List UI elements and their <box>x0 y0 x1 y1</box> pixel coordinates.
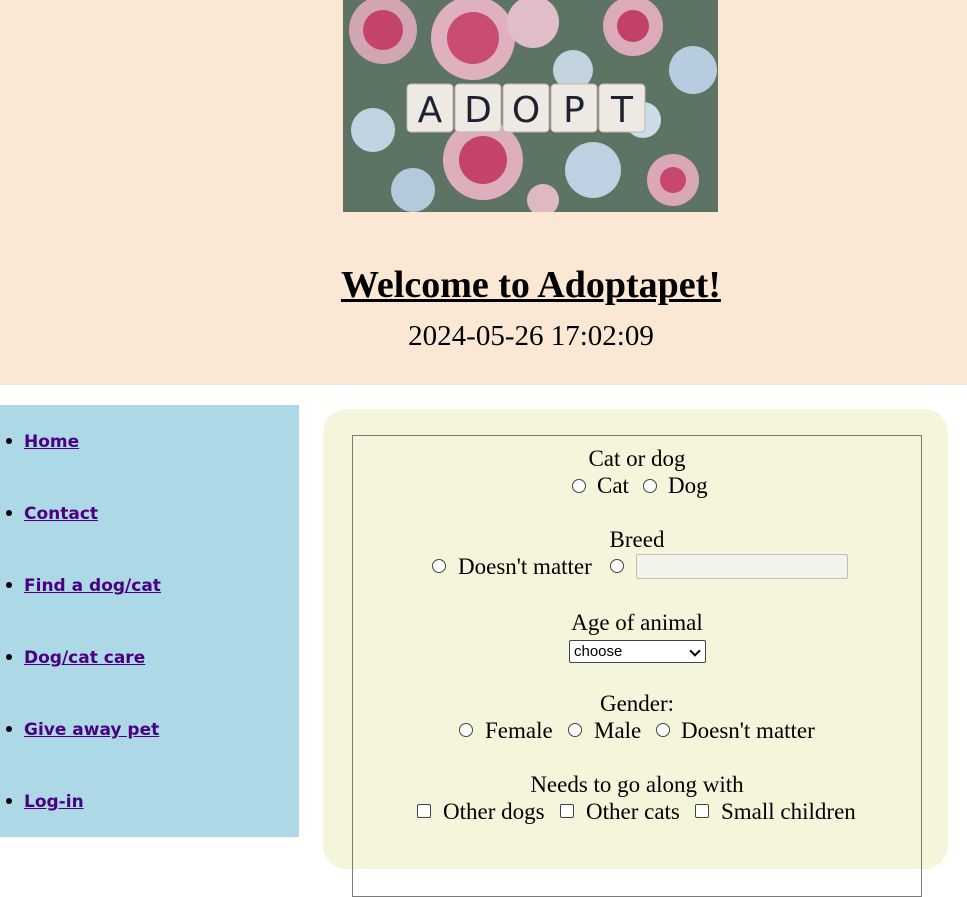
sidebar-item-care: Dog/cat care <box>0 646 299 670</box>
sidebar-item-give-away: Give away pet <box>0 718 299 742</box>
sidebar-item-home: Home <box>0 430 299 454</box>
pet-type-row: Cat Dog <box>353 473 921 499</box>
checkbox-small-children[interactable] <box>695 804 709 818</box>
search-form: Cat or dog Cat Dog Breed Doesn't matter … <box>352 435 922 897</box>
sidebar-item-find: Find a dog/cat <box>0 574 299 598</box>
adopt-banner-image: A D O P T <box>343 0 718 212</box>
tile-letter: D <box>464 90 492 131</box>
age-select-value: choose <box>574 643 623 660</box>
search-panel: Cat or dog Cat Dog Breed Doesn't matter … <box>323 409 948 897</box>
age-label: Age of animal <box>571 610 703 635</box>
bullet-icon <box>6 510 12 516</box>
nav-link-pet-care[interactable]: Dog/cat care <box>24 646 145 670</box>
compat-label: Needs to go along with <box>530 772 744 797</box>
tile-letter: T <box>610 90 634 131</box>
nav-link-login[interactable]: Log-in <box>24 790 84 814</box>
tile-letter: P <box>563 90 585 131</box>
radio-breed-any[interactable] <box>432 559 446 573</box>
radio-breed-specific[interactable] <box>610 559 624 573</box>
nav-link-home[interactable]: Home <box>24 430 79 454</box>
sidebar-item-login: Log-in <box>0 790 299 814</box>
radio-female[interactable] <box>459 723 473 737</box>
breed-input[interactable] <box>636 554 848 579</box>
nav-link-contact[interactable]: Contact <box>24 502 98 526</box>
radio-cat[interactable] <box>572 479 586 493</box>
bullet-icon <box>6 798 12 804</box>
bullet-icon <box>6 438 12 444</box>
option-other-cats-label: Other cats <box>586 799 680 824</box>
gender-row: Female Male Doesn't matter <box>353 718 921 744</box>
compat-row: Other dogs Other cats Small children <box>353 799 921 825</box>
breed-label: Breed <box>609 527 665 552</box>
floral-background: A D O P T <box>343 0 718 212</box>
bullet-icon <box>6 726 12 732</box>
option-cat-label: Cat <box>597 473 629 498</box>
checkbox-other-dogs[interactable] <box>417 804 431 818</box>
header: A D O P T Welcome to Adoptapet! 2024-05-… <box>0 0 967 385</box>
option-other-dogs-label: Other dogs <box>443 799 545 824</box>
radio-gender-any[interactable] <box>656 723 670 737</box>
option-breed-any-label: Doesn't matter <box>458 554 592 579</box>
breed-row: Doesn't matter <box>353 554 921 580</box>
option-dog-label: Dog <box>668 473 708 498</box>
sidebar-nav: Home Contact Find a dog/cat Dog/cat care… <box>0 405 299 837</box>
current-datetime: 2024-05-26 17:02:09 <box>408 320 654 352</box>
sidebar-item-contact: Contact <box>0 502 299 526</box>
option-gender-any-label: Doesn't matter <box>681 718 815 743</box>
option-small-children-label: Small children <box>721 799 856 824</box>
pet-type-label: Cat or dog <box>588 446 686 471</box>
age-select[interactable]: choose <box>569 640 706 663</box>
age-row: choose <box>353 640 921 666</box>
gender-label: Gender: <box>599 691 675 716</box>
radio-dog[interactable] <box>643 479 657 493</box>
checkbox-other-cats[interactable] <box>560 804 574 818</box>
bullet-icon <box>6 582 12 588</box>
option-male-label: Male <box>594 718 642 743</box>
nav-link-find-pet[interactable]: Find a dog/cat <box>24 574 161 598</box>
tile-letter: A <box>418 90 443 131</box>
chevron-down-icon <box>689 645 701 657</box>
option-female-label: Female <box>485 718 553 743</box>
page-title: Welcome to Adoptapet! <box>341 264 721 306</box>
bullet-icon <box>6 654 12 660</box>
radio-male[interactable] <box>568 723 582 737</box>
nav-link-give-away[interactable]: Give away pet <box>24 718 159 742</box>
tile-letter: O <box>512 90 540 131</box>
